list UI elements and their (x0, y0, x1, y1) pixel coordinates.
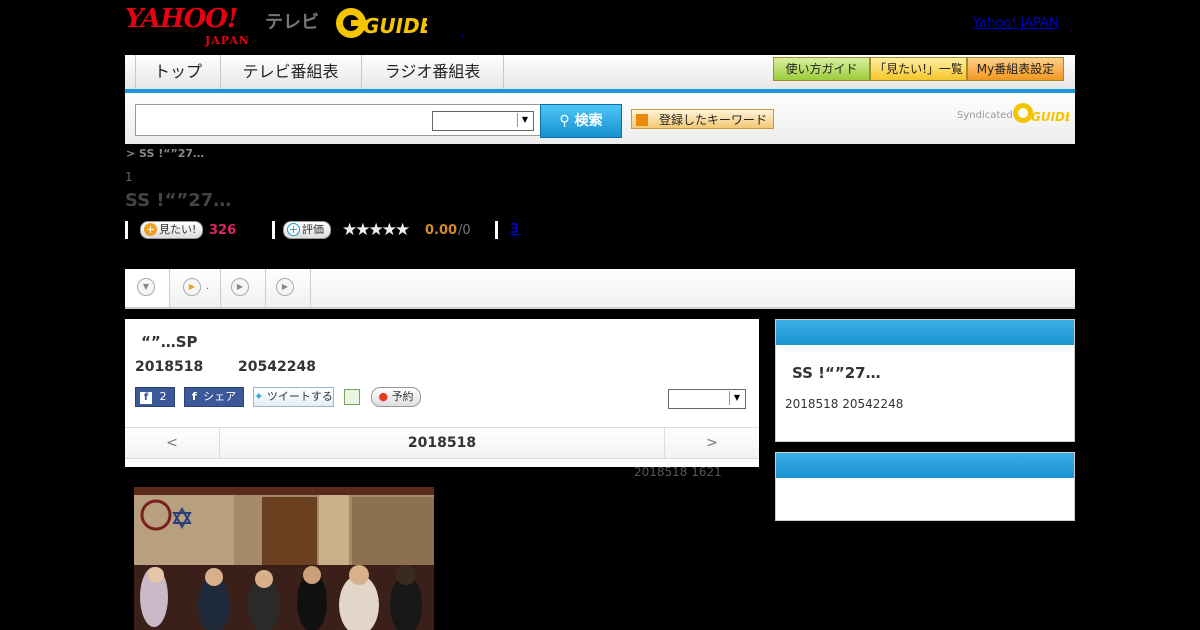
facebook-share-label: シェア (203, 390, 237, 403)
divider (495, 221, 498, 239)
header-dot: , (461, 27, 465, 40)
search-button[interactable]: ⚲ 検索 (540, 104, 622, 138)
nav-tab-radio-guide[interactable]: ラジオ番組表 (362, 55, 504, 89)
episode-panel: “”…SP 2018518 20542248 f 2 f シェア ✦ ツイートす… (125, 319, 759, 467)
tab-4[interactable]: ▶ (266, 269, 311, 307)
mitai-label: 見たい! (159, 223, 197, 236)
syndicated-gguide-logo: GUIDE (1013, 101, 1074, 125)
episode-date: 2018518 (135, 359, 204, 375)
reserve-label: 予約 (391, 390, 414, 403)
tab-2[interactable]: ▶ . (170, 269, 221, 307)
episode-title: “”…SP (141, 333, 198, 351)
plus-icon: + (287, 223, 300, 236)
tweet-button[interactable]: ✦ ツイートする (253, 387, 334, 407)
facebook-like-count: 2 (159, 390, 167, 403)
prev-date-button[interactable]: < (125, 428, 220, 458)
chevron-down-icon: ▼ (729, 391, 744, 405)
next-date-button[interactable]: > (664, 428, 759, 458)
updated-timestamp: 2018518 1621 (634, 465, 722, 479)
tv-label[interactable]: テレビ (265, 8, 319, 34)
side-program-date: 2018518 20542248 (785, 397, 904, 411)
tweet-label: ツイートする (266, 390, 333, 403)
mitai-list-button[interactable]: 「見たい!」一覧 (870, 57, 967, 81)
breadcrumb: > SS !“”27… (126, 147, 205, 160)
my-guide-settings-button[interactable]: My番組表設定 (967, 57, 1064, 81)
side-panel-header (776, 320, 1074, 345)
content-tabs: ▼ ▶ . ▶ ▶ (125, 269, 1075, 309)
date-navigation: < 2018518 > (125, 427, 759, 459)
mitai-count: 326 (209, 223, 237, 238)
yahoo-logo-japan: JAPAN (205, 34, 250, 47)
current-date: 2018518 (407, 435, 477, 451)
panel-select[interactable]: ▼ (668, 389, 746, 409)
record-icon: ● (378, 390, 389, 403)
yahoo-japan-logo[interactable]: YAHOO! JAPAN (125, 6, 249, 47)
twitter-bird-icon: ✦ (254, 390, 264, 403)
nav-tab-tv-guide[interactable]: テレビ番組表 (220, 55, 362, 89)
dropdown-icon (636, 114, 648, 126)
facebook-share-button[interactable]: f シェア (184, 387, 244, 407)
reserve-button[interactable]: ● 予約 (371, 387, 421, 407)
program-title: SS !“”27… (125, 190, 232, 211)
yahoo-japan-link[interactable]: Yahoo! JAPAN (973, 16, 1059, 31)
rating-label: 評価 (302, 223, 324, 236)
search-icon: ⚲ (559, 113, 570, 129)
facebook-icon: f (140, 392, 152, 404)
gguide-logo-text: GUIDE (363, 14, 427, 38)
syndicated-label: Syndicated (957, 110, 1013, 121)
search-button-label: 検索 (574, 113, 603, 129)
add-calendar-icon[interactable] (344, 389, 360, 405)
episode-time: 20542248 (238, 359, 316, 375)
search-category-select[interactable]: ▼ (432, 111, 534, 131)
mitai-button[interactable]: + 見たい! (140, 221, 204, 239)
tab-3[interactable]: ▶ (221, 269, 266, 307)
side-panel-program: SS !“”27… 2018518 20542248 (775, 319, 1075, 442)
keywords-label: 登録したキーワード (658, 113, 767, 127)
registered-keywords-button[interactable]: 登録したキーワード (631, 109, 774, 129)
rating-score: 0.00 (425, 223, 458, 238)
side-program-title: SS !“”27… (792, 364, 881, 382)
syndicated-logo-text: GUIDE (1031, 110, 1069, 124)
nav-tab-top[interactable]: トップ (135, 55, 221, 89)
program-photo (134, 487, 434, 630)
rating-stars: ★★★★★ (342, 220, 410, 240)
channel-number: 1 (125, 170, 133, 184)
main-nav: トップ テレビ番組表 ラジオ番組表 使い方ガイド 「見たい!」一覧 My番組表設… (125, 55, 1075, 93)
divider (272, 221, 275, 239)
search-bar: ▼ ⚲ 検索 登録したキーワード Syndicated GUIDE (125, 93, 1075, 144)
side-panel-header (776, 453, 1074, 478)
gguide-logo[interactable]: GUIDE (335, 6, 434, 40)
side-panel-2 (775, 452, 1075, 521)
chevron-down-icon: ▼ (137, 278, 155, 296)
play-icon: ▶ (276, 278, 294, 296)
play-icon: ▶ (183, 278, 201, 296)
rate-button[interactable]: + 評価 (283, 221, 331, 239)
plus-icon: + (144, 223, 157, 236)
tab-1[interactable]: ▼ (125, 269, 170, 307)
review-count-link[interactable]: 3 (510, 222, 519, 237)
header-dot-2: , (1070, 21, 1074, 34)
usage-guide-button[interactable]: 使い方ガイド (773, 57, 870, 81)
chevron-down-icon: ▼ (517, 113, 532, 127)
facebook-icon: f (191, 390, 197, 403)
play-icon: ▶ (231, 278, 249, 296)
rating-count: /0 (458, 223, 471, 238)
facebook-like-button[interactable]: f 2 (135, 387, 175, 407)
divider (125, 221, 128, 239)
tab-2-label: . (206, 281, 210, 292)
